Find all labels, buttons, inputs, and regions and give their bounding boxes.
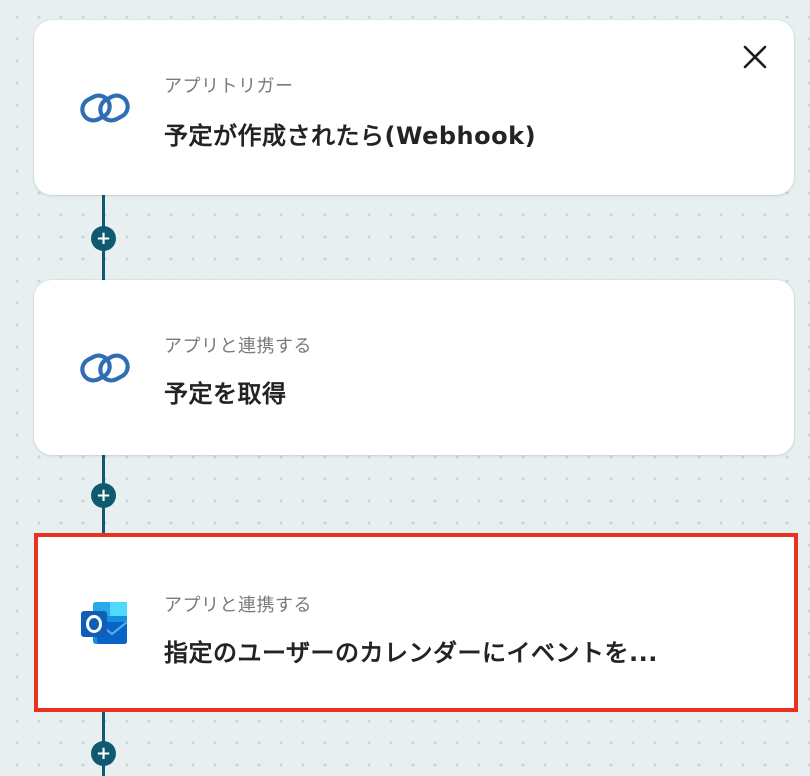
- step-type-label: アプリトリガー: [164, 76, 294, 97]
- add-step-button[interactable]: +: [91, 741, 116, 766]
- step-title: 予定を取得: [164, 380, 287, 408]
- flow-step-card-trigger[interactable]: アプリトリガー 予定が作成されたら(Webhook): [34, 20, 794, 195]
- step-type-label: アプリと連携する: [164, 336, 312, 357]
- close-icon[interactable]: [740, 42, 770, 72]
- chain-link-icon: [78, 341, 132, 395]
- step-title: 指定のユーザーのカレンダーにイベントを...: [164, 639, 658, 667]
- flow-step-card-create-event[interactable]: アプリと連携する 指定のユーザーのカレンダーにイベントを...: [34, 533, 798, 712]
- chain-link-icon: [78, 81, 132, 135]
- step-title: 予定が作成されたら(Webhook): [164, 122, 537, 150]
- add-step-button[interactable]: +: [91, 483, 116, 508]
- flow-step-card-get-event[interactable]: アプリと連携する 予定を取得: [34, 280, 794, 455]
- outlook-icon: [78, 596, 132, 650]
- step-type-label: アプリと連携する: [164, 595, 312, 616]
- add-step-button[interactable]: +: [91, 226, 116, 251]
